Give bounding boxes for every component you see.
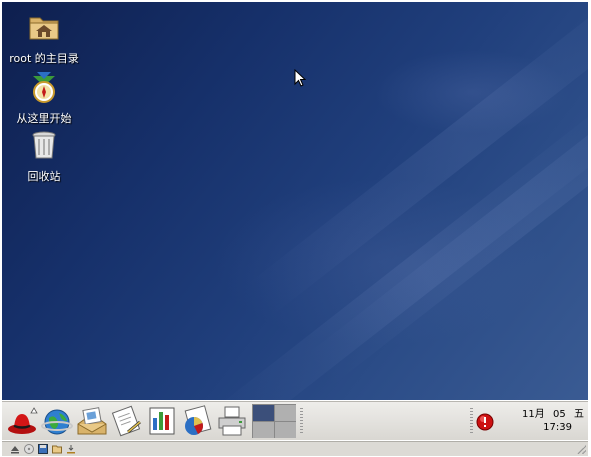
update-alert-icon[interactable]: [476, 413, 494, 431]
calc-icon: [184, 405, 212, 435]
print-manager-icon: [218, 406, 246, 436]
launcher-impress[interactable]: [145, 404, 179, 438]
panel-clock[interactable]: 11月 05 五 17:39: [522, 408, 584, 434]
trash-icon: [32, 131, 56, 159]
desktop-icon-start-here[interactable]: 从这里开始: [2, 70, 86, 126]
bottom-strip: [2, 441, 588, 456]
start-here-icon: [33, 72, 55, 103]
email-icon: [77, 407, 107, 435]
tray-drag-handle[interactable]: [470, 408, 473, 434]
launcher-email[interactable]: [75, 404, 109, 438]
redhat-menu-icon: [8, 407, 38, 434]
desktop-icon-label: 回收站: [27, 170, 61, 183]
bottom-panel: 11月 05 五 17:39: [2, 401, 588, 440]
workspace-switcher: [252, 404, 296, 438]
writer-icon: [111, 405, 141, 437]
launcher-web-browser[interactable]: [40, 404, 74, 438]
workspace-4[interactable]: [275, 422, 296, 438]
home-folder-icon: [29, 17, 59, 40]
launcher-writer[interactable]: [110, 404, 144, 438]
screen: root 的主目录 从这里开始 回收站 11月 05 五 17:39: [0, 0, 591, 457]
clock-day: 05: [553, 409, 566, 420]
workspace-3[interactable]: [253, 422, 274, 438]
launcher-print-manager[interactable]: [215, 404, 249, 438]
eject-icon[interactable]: [10, 444, 20, 454]
download-icon[interactable]: [66, 444, 76, 454]
workspace-2[interactable]: [275, 405, 296, 421]
clock-date: 11月 05 五: [522, 408, 584, 421]
launcher-calc[interactable]: [180, 404, 214, 438]
clock-time: 17:39: [543, 422, 572, 433]
desktop-icon-home[interactable]: root 的主目录: [2, 10, 86, 66]
folder-icon[interactable]: [52, 444, 62, 454]
web-browser-icon: [41, 409, 73, 435]
main-menu-button[interactable]: [6, 404, 40, 438]
workspace-1[interactable]: [253, 405, 274, 421]
panel-drag-handle[interactable]: [300, 408, 303, 434]
clock-weekday: 五: [574, 409, 584, 420]
cdrom-icon[interactable]: [24, 444, 34, 454]
floppy-icon[interactable]: [38, 444, 48, 454]
desktop-background[interactable]: root 的主目录 从这里开始 回收站: [2, 2, 588, 400]
clock-month: 11月: [522, 409, 545, 420]
resize-grip[interactable]: [577, 445, 586, 454]
desktop-icon-label: root 的主目录: [9, 52, 79, 65]
desktop-icon-label: 从这里开始: [16, 112, 72, 125]
wallpaper-streak: [204, 96, 588, 400]
desktop-icon-trash[interactable]: 回收站: [2, 128, 86, 184]
mouse-cursor-icon: [294, 69, 306, 87]
impress-icon: [149, 407, 175, 435]
